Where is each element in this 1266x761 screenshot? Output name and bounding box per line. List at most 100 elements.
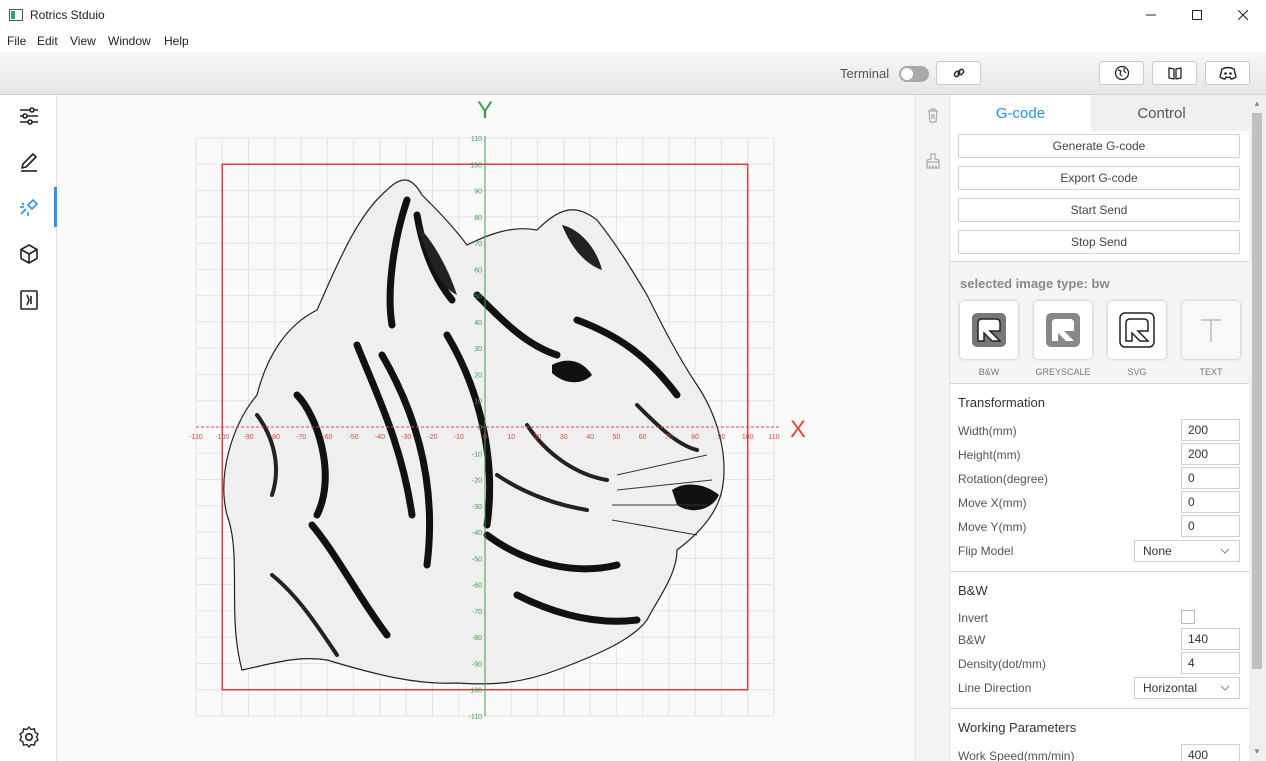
generate-gcode-button[interactable]: Generate G-code xyxy=(958,134,1240,158)
sliders-icon xyxy=(19,107,38,125)
object-tools xyxy=(915,95,950,761)
scroll-down-icon[interactable]: ▼ xyxy=(1253,747,1261,756)
nav-preferences[interactable] xyxy=(0,717,57,757)
panel-scrollbar[interactable]: ▲ ▼ xyxy=(1249,95,1266,761)
svg-icon xyxy=(1119,312,1155,348)
greyscale-icon xyxy=(1046,313,1080,347)
x-tick-label: -40 xyxy=(375,434,385,441)
rotation-input[interactable]: 0 xyxy=(1181,467,1240,489)
type-svg-label: SVG xyxy=(1127,367,1147,377)
close-button[interactable] xyxy=(1220,0,1266,30)
type-greyscale-label: GREYSCALE xyxy=(1035,367,1091,377)
website-button[interactable] xyxy=(1099,61,1144,85)
density-label: Density(dot/mm) xyxy=(958,657,1047,671)
terminal-label: Terminal xyxy=(840,66,890,81)
y-tick-label: 30 xyxy=(474,346,482,353)
bw-threshold-input[interactable]: 140 xyxy=(1181,628,1240,650)
app-icon xyxy=(9,9,23,21)
nav-draw[interactable] xyxy=(0,142,57,182)
globe-icon xyxy=(1114,65,1129,81)
x-tick-label: -60 xyxy=(322,434,332,441)
type-greyscale-card[interactable] xyxy=(1034,301,1092,359)
menu-help[interactable]: Help xyxy=(164,34,189,48)
clear-brush-icon[interactable] xyxy=(925,153,941,169)
menu-bar: File Edit View Window Help xyxy=(0,30,1266,52)
export-gcode-button[interactable]: Export G-code xyxy=(958,166,1240,190)
terminal-toggle[interactable] xyxy=(899,66,929,82)
x-tick-label: -70 xyxy=(296,434,306,441)
x-tick-label: -100 xyxy=(215,434,229,441)
type-svg-card[interactable] xyxy=(1108,301,1166,359)
x-tick-label: -10 xyxy=(454,434,464,441)
maximize-button[interactable] xyxy=(1174,0,1220,30)
nav-teach[interactable] xyxy=(0,280,57,320)
manual-button[interactable] xyxy=(1152,61,1197,85)
y-tick-label: 50 xyxy=(474,294,482,301)
x-axis-label: X xyxy=(790,416,806,443)
move-x-label: Move X(mm) xyxy=(958,496,1027,510)
menu-view[interactable]: View xyxy=(70,34,96,48)
scroll-up-icon[interactable]: ▲ xyxy=(1253,99,1261,108)
y-tick-label: -20 xyxy=(472,478,482,485)
menu-edit[interactable]: Edit xyxy=(37,34,58,48)
trash-icon[interactable] xyxy=(925,107,941,123)
y-tick-label: 20 xyxy=(474,372,482,379)
work-speed-input[interactable]: 400 xyxy=(1181,744,1240,761)
x-tick-label: 40 xyxy=(586,434,594,441)
laser-icon xyxy=(19,198,38,216)
rotation-label: Rotation(degree) xyxy=(958,472,1049,486)
type-bw-card[interactable] xyxy=(960,301,1018,359)
height-input[interactable]: 200 xyxy=(1181,443,1240,465)
type-text-card[interactable] xyxy=(1182,301,1240,359)
y-tick-label: 40 xyxy=(474,320,482,327)
stop-send-button[interactable]: Stop Send xyxy=(958,230,1240,254)
y-tick-label: -60 xyxy=(472,583,482,590)
minimize-button[interactable] xyxy=(1128,0,1174,30)
discord-button[interactable] xyxy=(1205,61,1250,85)
line-direction-select[interactable]: Horizontal xyxy=(1134,677,1240,699)
move-x-input[interactable]: 0 xyxy=(1181,491,1240,513)
connect-button[interactable] xyxy=(936,61,981,85)
width-input[interactable]: 200 xyxy=(1181,419,1240,441)
code-book-icon xyxy=(19,290,38,310)
x-tick-label: 110 xyxy=(768,434,779,441)
move-y-label: Move Y(mm) xyxy=(958,520,1027,534)
canvas-drawing[interactable]: -110-100-90-80-70-60-50-40-30-20-1001020… xyxy=(57,95,915,761)
text-icon xyxy=(1201,319,1221,342)
y-tick-label: -40 xyxy=(472,530,482,537)
flip-label: Flip Model xyxy=(958,544,1014,558)
link-icon xyxy=(953,68,964,78)
gear-icon xyxy=(18,726,39,748)
left-sidebar xyxy=(0,95,57,761)
x-tick-label: 90 xyxy=(718,434,726,441)
menu-window[interactable]: Window xyxy=(108,34,151,48)
y-tick-label: -110 xyxy=(469,714,483,721)
x-tick-label: -50 xyxy=(349,434,359,441)
x-tick-label: 20 xyxy=(534,434,542,441)
y-axis-label: Y xyxy=(477,97,493,124)
scroll-thumb[interactable] xyxy=(1252,113,1262,669)
nav-3d-print[interactable] xyxy=(0,234,57,274)
width-label: Width(mm) xyxy=(958,424,1017,438)
tab-gcode[interactable]: G-code xyxy=(950,95,1091,131)
workspace-canvas[interactable]: -110-100-90-80-70-60-50-40-30-20-1001020… xyxy=(57,95,915,761)
x-tick-label: 60 xyxy=(639,434,647,441)
y-tick-label: 100 xyxy=(470,162,482,169)
pen-icon xyxy=(20,153,37,172)
y-tick-label: 60 xyxy=(474,267,482,274)
invert-checkbox[interactable] xyxy=(1181,610,1195,624)
tab-control[interactable]: Control xyxy=(1091,95,1232,131)
working-params-heading: Working Parameters xyxy=(958,720,1077,735)
book-icon xyxy=(1167,67,1182,80)
y-tick-label: -10 xyxy=(472,451,482,458)
minimize-icon xyxy=(1146,14,1156,16)
move-y-input[interactable]: 0 xyxy=(1181,515,1240,537)
y-tick-label: -80 xyxy=(472,635,482,642)
divider xyxy=(950,571,1249,572)
start-send-button[interactable]: Start Send xyxy=(958,198,1240,222)
nav-laser[interactable] xyxy=(0,187,57,227)
nav-settings-sliders[interactable] xyxy=(0,96,57,136)
menu-file[interactable]: File xyxy=(7,34,26,48)
density-input[interactable]: 4 xyxy=(1181,652,1240,674)
flip-select[interactable]: None xyxy=(1134,540,1240,562)
